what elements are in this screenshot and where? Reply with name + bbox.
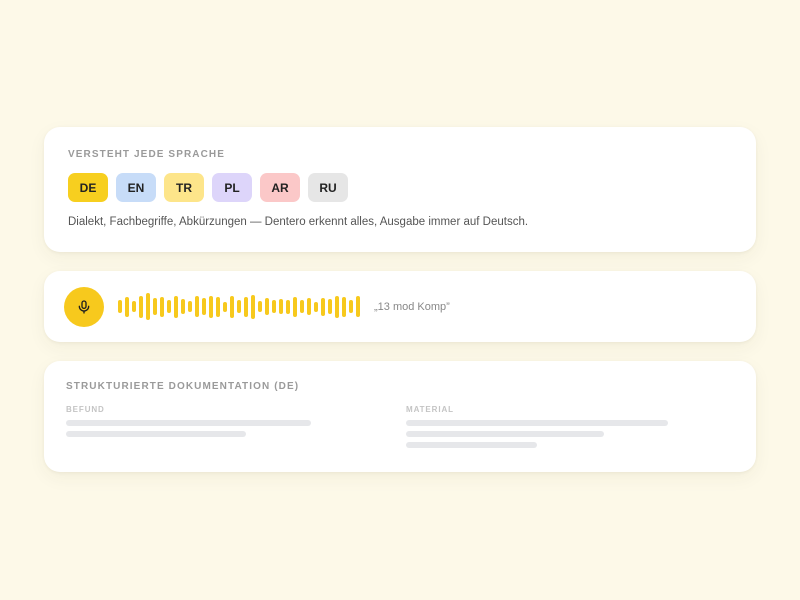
- waveform-bar: [139, 295, 143, 318]
- waveform-bar: [237, 300, 241, 313]
- placeholder-line: [406, 431, 604, 437]
- waveform-bar: [328, 299, 332, 314]
- documentation-card: STRUKTURIERTE DOKUMENTATION (DE) BEFUND …: [44, 361, 756, 472]
- language-chip-pl[interactable]: PL: [212, 173, 252, 202]
- material-placeholder-lines: [406, 420, 726, 448]
- waveform-bar: [279, 299, 283, 314]
- material-column: MATERIAL: [406, 405, 726, 453]
- documentation-title: STRUKTURIERTE DOKUMENTATION (DE): [66, 381, 300, 392]
- audio-waveform: [118, 292, 360, 322]
- waveform-bar: [342, 296, 346, 317]
- waveform-bar: [181, 299, 185, 314]
- waveform-bar: [195, 296, 199, 317]
- documentation-columns: BEFUND MATERIAL: [66, 405, 734, 453]
- waveform-bar: [265, 298, 269, 315]
- waveform-bar: [160, 296, 164, 317]
- waveform-bar: [209, 295, 213, 318]
- languages-title: VERSTEHT JEDE SPRACHE: [68, 149, 226, 160]
- language-chip-ru[interactable]: RU: [308, 173, 348, 202]
- placeholder-line: [66, 420, 311, 426]
- languages-card: VERSTEHT JEDE SPRACHE DE EN TR PL AR RU Diale…: [44, 127, 756, 252]
- waveform-bar: [349, 300, 353, 313]
- waveform-bar: [132, 301, 136, 312]
- material-label: MATERIAL: [406, 405, 454, 414]
- waveform-bar: [293, 296, 297, 317]
- waveform-bar: [167, 300, 171, 313]
- language-chip-tr[interactable]: TR: [164, 173, 204, 202]
- waveform-bar: [321, 297, 325, 316]
- waveform-bar: [223, 301, 227, 312]
- microphone-icon: [78, 299, 90, 314]
- transcript-text: „13 mod Komp”: [374, 300, 450, 313]
- waveform-bar: [202, 298, 206, 315]
- waveform-bar: [230, 295, 234, 318]
- waveform-bar: [174, 295, 178, 318]
- language-chip-de[interactable]: DE: [68, 173, 108, 202]
- waveform-bar: [188, 301, 192, 312]
- language-chip-en[interactable]: EN: [116, 173, 156, 202]
- waveform-bar: [258, 301, 262, 312]
- waveform-bar: [153, 298, 157, 315]
- languages-description: Dialekt, Fachbegriffe, Abkürzungen — Den…: [68, 216, 529, 228]
- language-chip-row: DE EN TR PL AR RU: [68, 173, 732, 202]
- waveform-bar: [272, 300, 276, 313]
- waveform-bar: [356, 296, 360, 317]
- waveform-bar: [307, 298, 311, 315]
- befund-placeholder-lines: [66, 420, 406, 437]
- waveform-bar: [216, 296, 220, 317]
- befund-label: BEFUND: [66, 405, 105, 414]
- waveform-bar: [300, 300, 304, 313]
- placeholder-line: [406, 420, 668, 426]
- placeholder-line: [406, 442, 537, 448]
- waveform-bar: [146, 293, 150, 320]
- befund-column: BEFUND: [66, 405, 406, 453]
- microphone-button[interactable]: [64, 286, 104, 327]
- language-chip-ar[interactable]: AR: [260, 173, 300, 202]
- voice-input-card: „13 mod Komp”: [44, 271, 756, 342]
- waveform-bar: [125, 296, 129, 317]
- placeholder-line: [66, 431, 246, 437]
- waveform-bar: [314, 301, 318, 312]
- waveform-bar: [286, 299, 290, 314]
- waveform-bar: [118, 300, 122, 313]
- waveform-bar: [335, 295, 339, 318]
- waveform-bar: [251, 294, 255, 319]
- waveform-bar: [244, 296, 248, 317]
